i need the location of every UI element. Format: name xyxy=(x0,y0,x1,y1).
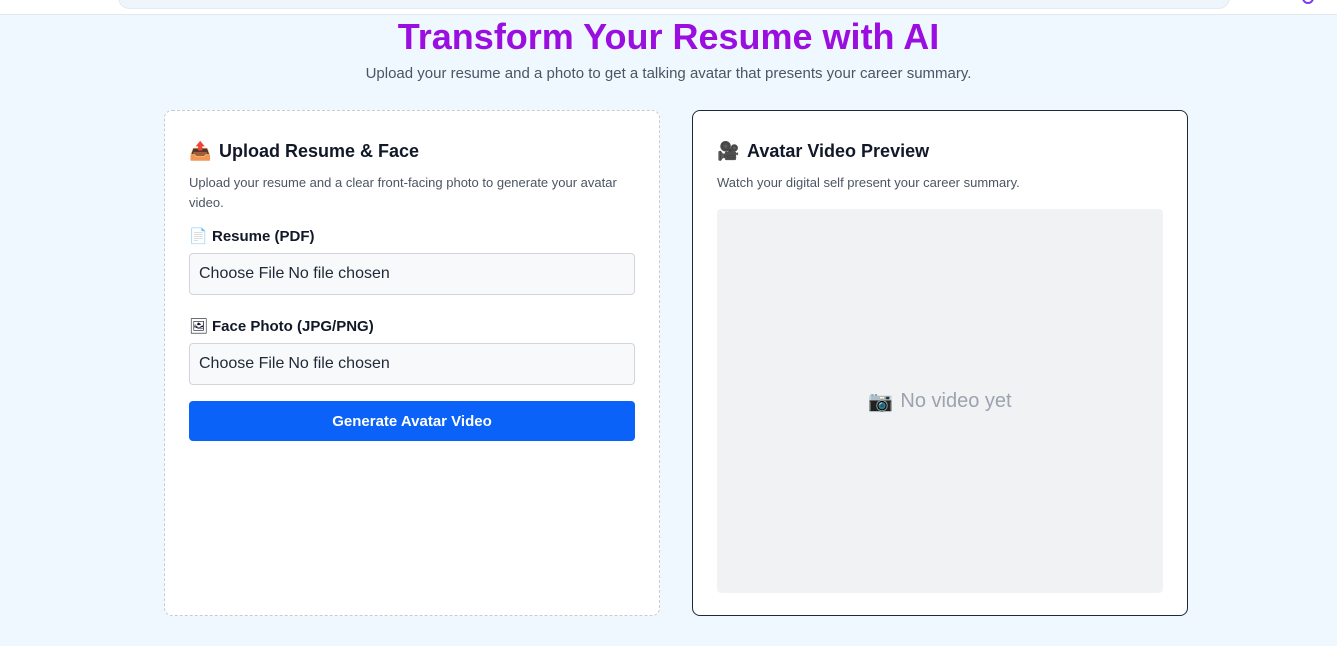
document-icon: 📄 xyxy=(189,227,208,245)
upload-card: 📤 Upload Resume & Face Upload your resum… xyxy=(164,110,660,616)
film-camera-icon: 🎥 xyxy=(717,140,740,162)
profile-icon[interactable] xyxy=(1302,0,1314,4)
resume-field: 📄 Resume (PDF) Choose File No file chose… xyxy=(189,225,635,295)
address-bar[interactable] xyxy=(118,0,1230,9)
resume-label: 📄 Resume (PDF) xyxy=(189,225,635,247)
resume-file-input[interactable]: Choose File No file chosen xyxy=(189,253,635,295)
preview-card-title-text: Avatar Video Preview xyxy=(747,140,930,161)
resume-file-status: No file chosen xyxy=(288,265,390,282)
photo-label-text: Face Photo (JPG/PNG) xyxy=(212,317,374,335)
preview-card-title: 🎥 Avatar Video Preview xyxy=(717,137,1163,165)
preview-card: 🎥 Avatar Video Preview Watch your digita… xyxy=(692,110,1188,616)
generate-avatar-video-button[interactable]: Generate Avatar Video xyxy=(189,401,635,441)
browser-top-bar xyxy=(0,0,1337,15)
upload-card-title-text: Upload Resume & Face xyxy=(219,140,420,161)
photo-file-status: No file chosen xyxy=(288,355,390,372)
resume-choose-file-button[interactable]: Choose File xyxy=(199,265,284,283)
outbox-tray-icon: 📤 xyxy=(189,140,212,162)
camera-icon: 📷 xyxy=(868,389,894,413)
page-subtitle: Upload your resume and a photo to get a … xyxy=(365,65,972,82)
photo-label: 🖼 Face Photo (JPG/PNG) xyxy=(189,315,635,337)
video-preview-area: 📷 No video yet xyxy=(717,209,1163,593)
framed-picture-icon: 🖼 xyxy=(189,317,209,335)
photo-field: 🖼 Face Photo (JPG/PNG) Choose File No fi… xyxy=(189,315,635,385)
photo-choose-file-button[interactable]: Choose File xyxy=(199,355,284,373)
page-title: Transform Your Resume with AI xyxy=(397,16,940,57)
resume-label-text: Resume (PDF) xyxy=(212,227,315,245)
preview-card-description: Watch your digital self present your car… xyxy=(717,175,1020,190)
photo-file-input[interactable]: Choose File No file chosen xyxy=(189,343,635,385)
upload-card-description: Upload your resume and a clear front-fac… xyxy=(189,175,617,210)
no-video-placeholder: No video yet xyxy=(900,389,1012,412)
upload-card-title: 📤 Upload Resume & Face xyxy=(189,137,635,165)
